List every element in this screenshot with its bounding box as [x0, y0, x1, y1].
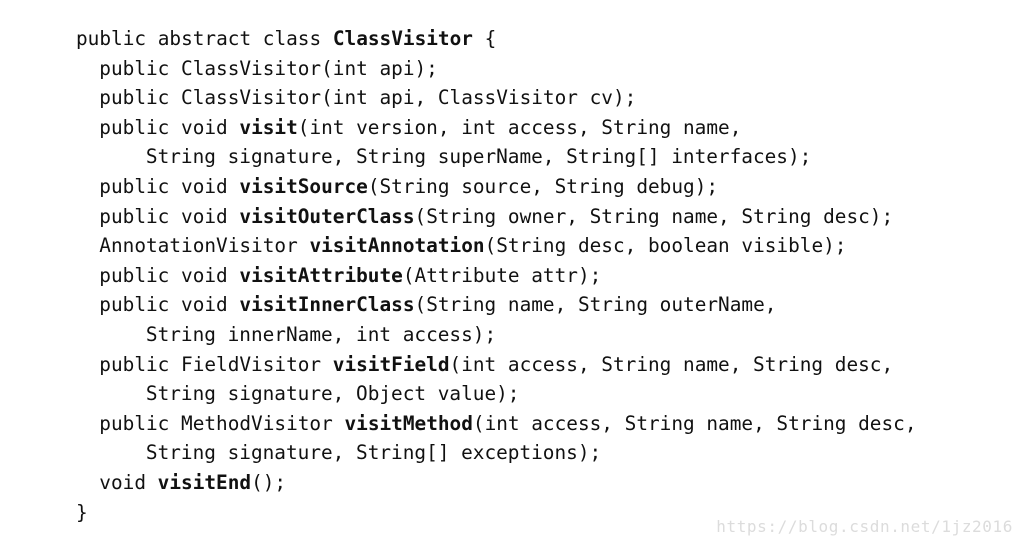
code-text: (Attribute attr);	[402, 263, 602, 287]
code-line: public void visitInnerClass(String name,…	[0, 290, 1025, 320]
code-line: String signature, String superName, Stri…	[0, 142, 1025, 172]
code-line: public FieldVisitor visitField(int acces…	[0, 350, 1025, 380]
code-text: AnnotationVisitor	[99, 234, 310, 258]
watermark-text: https://blog.csdn.net/1jz2016	[716, 517, 1013, 536]
code-identifier: visitSource	[239, 174, 368, 198]
code-line: public void visitAttribute(Attribute att…	[0, 261, 1025, 291]
code-identifier: visit	[239, 115, 298, 139]
code-line: public ClassVisitor(int api);	[0, 54, 1025, 84]
code-line: void visitEnd();	[0, 468, 1025, 498]
code-text: (int version, int access, String name,	[297, 115, 742, 139]
code-identifier: ClassVisitor	[332, 27, 473, 50]
code-text: String signature, Object value);	[145, 382, 520, 406]
code-listing: public abstract class ClassVisitor {publ…	[0, 0, 1025, 547]
code-line: String signature, Object value);	[0, 379, 1025, 409]
code-line: public void visitOuterClass(String owner…	[0, 202, 1025, 232]
code-text: (String name, String outerName,	[414, 293, 777, 317]
code-line: public void visitSource(String source, S…	[0, 172, 1025, 202]
code-text: public FieldVisitor	[99, 352, 333, 376]
code-identifier: visitAttribute	[239, 263, 403, 287]
code-text: public void	[99, 174, 240, 198]
code-text: public MethodVisitor	[99, 411, 345, 435]
code-identifier: visitAnnotation	[309, 234, 485, 258]
code-identifier: visitMethod	[344, 411, 473, 435]
code-text: String signature, String superName, Stri…	[145, 145, 812, 169]
code-text: (int access, String name, String desc,	[449, 352, 894, 376]
code-text: }	[76, 500, 88, 524]
code-line: public MethodVisitor visitMethod(int acc…	[0, 409, 1025, 439]
code-text: (String owner, String name, String desc)…	[414, 204, 894, 228]
code-identifier: visitOuterClass	[239, 204, 415, 228]
code-identifier: visitEnd	[157, 470, 252, 494]
code-text: public void	[99, 293, 240, 317]
code-text: void	[99, 470, 158, 494]
code-line: String signature, String[] exceptions);	[0, 438, 1025, 468]
code-text: public ClassVisitor(int api);	[99, 56, 438, 80]
code-text: String signature, String[] exceptions);	[145, 441, 602, 465]
code-text: ();	[251, 470, 287, 494]
code-line: String innerName, int access);	[0, 320, 1025, 350]
code-text: (String source, String debug);	[367, 174, 719, 198]
code-line: public ClassVisitor(int api, ClassVisito…	[0, 83, 1025, 113]
code-identifier: visitField	[332, 352, 450, 376]
code-text: (String desc, boolean visible);	[484, 234, 847, 258]
code-text: public void	[99, 204, 240, 228]
code-text: public abstract class	[76, 27, 333, 50]
code-text: String innerName, int access);	[145, 322, 497, 346]
code-text: public void	[99, 263, 240, 287]
code-text: (int access, String name, String desc,	[472, 411, 917, 435]
code-line: public void visit(int version, int acces…	[0, 113, 1025, 143]
code-text: {	[472, 27, 497, 50]
code-line: public abstract class ClassVisitor {	[0, 24, 1025, 54]
code-text: public void	[99, 115, 240, 139]
code-text: public ClassVisitor(int api, ClassVisito…	[99, 86, 637, 110]
code-identifier: visitInnerClass	[239, 293, 415, 317]
code-line: AnnotationVisitor visitAnnotation(String…	[0, 231, 1025, 261]
